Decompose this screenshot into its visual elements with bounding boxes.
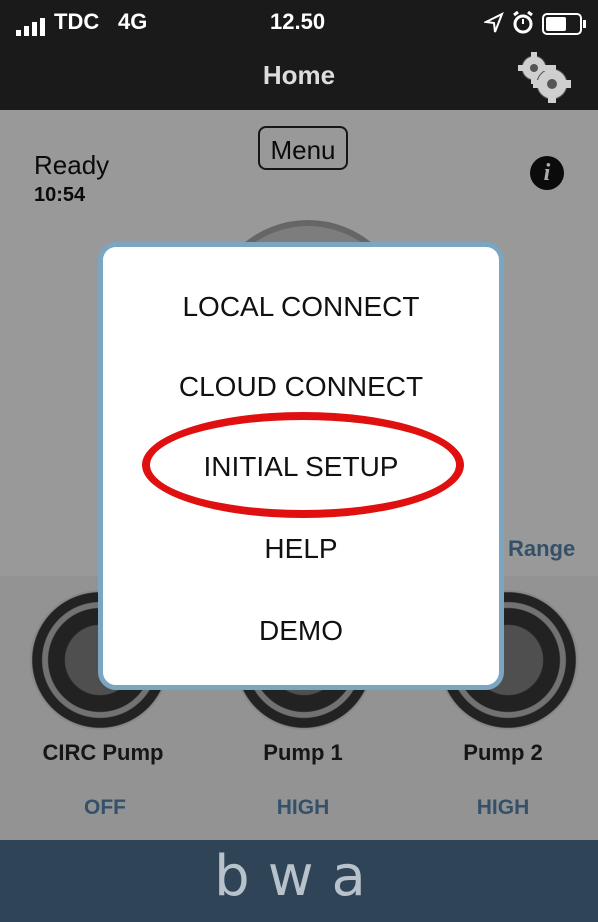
gears-icon[interactable]: [510, 50, 574, 106]
clock-time: 12.50: [270, 9, 326, 34]
carrier-name: TDC: [54, 9, 100, 34]
status-bar: TDC 4G 12.50: [0, 0, 598, 46]
network-type: 4G: [118, 9, 148, 34]
page-title: Home: [262, 60, 336, 90]
footer-bar: bwa: [0, 840, 598, 922]
brand-logo: bwa: [214, 844, 384, 909]
nav-bar: Home: [0, 46, 598, 110]
menu-item-cloud-connect[interactable]: CLOUD CONNECT: [103, 371, 499, 403]
menu-modal: LOCAL CONNECT CLOUD CONNECT INITIAL SETU…: [98, 242, 504, 690]
menu-item-demo[interactable]: DEMO: [103, 615, 499, 647]
location-arrow-icon: [484, 12, 504, 33]
menu-item-local-connect[interactable]: LOCAL CONNECT: [103, 291, 499, 323]
battery-icon: [542, 13, 586, 35]
alarm-icon: [513, 11, 533, 34]
menu-item-help[interactable]: HELP: [103, 533, 499, 565]
menu-item-initial-setup[interactable]: INITIAL SETUP: [103, 451, 499, 483]
signal-bars-icon: [16, 18, 45, 36]
